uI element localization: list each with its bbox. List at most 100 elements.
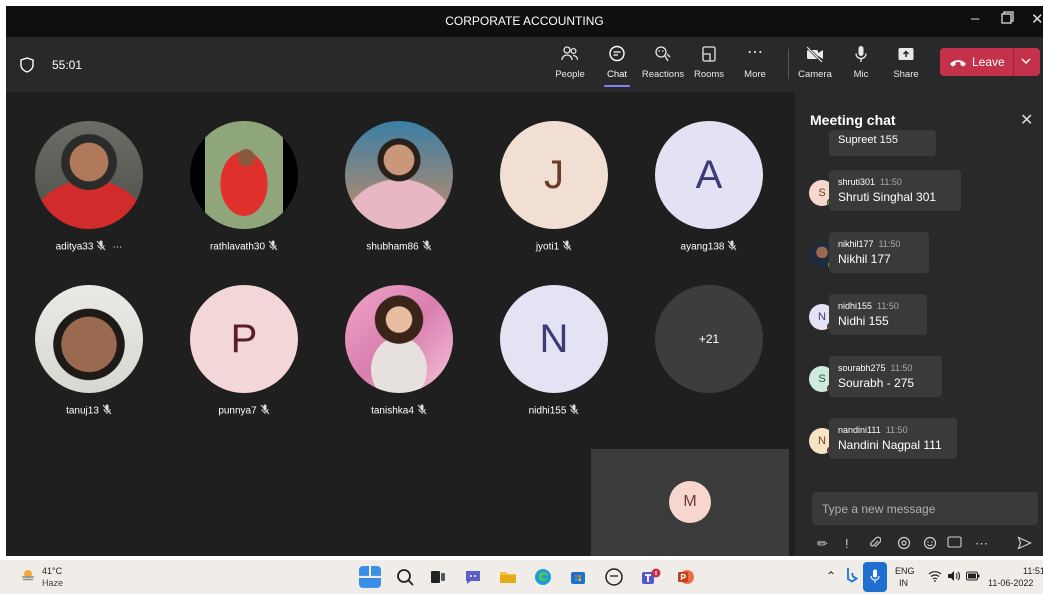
language-line1[interactable]: ENG (895, 566, 915, 576)
volume-icon[interactable] (947, 570, 961, 584)
leave-button[interactable]: Leave (940, 48, 1040, 76)
minimize-icon[interactable]: – (971, 10, 979, 27)
sender-name: sourabh275 (838, 363, 886, 373)
clock-date[interactable]: 11-06-2022 (988, 578, 1033, 588)
participant-name: jyoti1 (471, 240, 637, 254)
toolbar-divider (788, 49, 789, 79)
chat-button[interactable]: Chat (594, 45, 640, 87)
self-avatar: M (669, 481, 711, 523)
message-bubble: sourabh275 11:50 Sourabh - 275 (829, 356, 942, 397)
language-line2[interactable]: IN (899, 578, 908, 588)
close-chat-icon[interactable]: ✕ (1020, 110, 1033, 130)
task-view-icon[interactable] (427, 566, 449, 588)
mic-off-icon (102, 404, 112, 418)
file-explorer-icon[interactable] (497, 566, 519, 588)
participant-avatar-initial: J (500, 121, 608, 229)
rooms-button[interactable]: Rooms (686, 45, 732, 80)
chat-active-indicator (604, 85, 630, 87)
reactions-label: Reactions (641, 69, 685, 80)
dell-icon[interactable] (603, 566, 625, 588)
camera-button[interactable]: Camera (792, 45, 838, 80)
mic-label: Mic (853, 69, 869, 80)
mic-off-icon (417, 404, 427, 418)
participant-name: ayang138 (626, 240, 792, 254)
chat-icon (594, 45, 640, 65)
weather-haze-icon[interactable] (20, 568, 36, 587)
participant-name: tanuj13 (6, 404, 172, 418)
sender-name: nidhi155 (838, 301, 873, 311)
message-bubble: nikhil177 11:50 Nikhil 177 (829, 232, 929, 273)
share-button[interactable]: Share (883, 45, 929, 80)
teams-icon[interactable] (639, 566, 661, 588)
maximize-icon[interactable] (1001, 11, 1014, 28)
gif-icon[interactable] (947, 536, 962, 551)
search-icon[interactable] (394, 566, 416, 588)
participant-avatar-photo (35, 285, 143, 393)
participant-name: aditya33 ⋯ (55, 240, 123, 253)
clock-time[interactable]: 11:51 (1023, 566, 1043, 576)
teams-chat-icon[interactable] (462, 566, 484, 588)
start-icon[interactable] (359, 566, 381, 588)
participant-name: tanishka4 (316, 404, 482, 418)
mic-off-icon (727, 240, 737, 254)
emoji-icon[interactable] (923, 536, 937, 553)
mark-important-icon[interactable]: ! (845, 536, 849, 551)
participant-avatar-photo (345, 285, 453, 393)
mic-off-icon (562, 240, 572, 254)
title-bar: CORPORATE ACCOUNTING – ✕ (6, 6, 1043, 37)
battery-icon[interactable] (966, 571, 980, 583)
video-stage: aditya33 ⋯ rathlavath30 shubham86 J jyoti… (6, 92, 794, 556)
more-options-icon[interactable]: ⋯ (975, 536, 988, 552)
loop-icon[interactable] (897, 536, 911, 553)
people-label: People (555, 69, 585, 80)
teams-meeting-window: CORPORATE ACCOUNTING – ✕ 55:01 People Ch… (6, 6, 1043, 556)
message-bubble: nidhi155 11:50 Nidhi 155 (829, 294, 927, 335)
participant-name: rathlavath30 (161, 240, 327, 254)
close-window-icon[interactable]: ✕ (1031, 10, 1043, 28)
more-label: More (744, 69, 766, 80)
mic-button[interactable]: Mic (838, 45, 884, 80)
format-icon[interactable]: ✏ (817, 536, 828, 552)
meeting-chat-panel: Meeting chat ✕ Supreet 155 S shruti301 11… (795, 92, 1043, 556)
sender-name: nandini111 (838, 425, 881, 435)
mic-off-icon (260, 404, 270, 418)
meeting-toolbar: 55:01 People Chat Reactions Rooms ⋯ More… (6, 37, 1043, 92)
mic-off-icon (268, 240, 278, 254)
participant-avatar-photo (35, 121, 143, 229)
mic-icon (838, 45, 884, 65)
partial-message: Supreet 155 (829, 130, 936, 156)
send-icon[interactable] (1017, 536, 1032, 553)
chevron-up-icon[interactable]: ⌃ (826, 569, 836, 583)
microphone-in-use-icon[interactable] (863, 562, 887, 592)
participant-avatar-photo (190, 121, 298, 229)
wifi-icon[interactable] (928, 570, 942, 584)
participant-avatar-initial: A (655, 121, 763, 229)
attach-icon[interactable] (869, 536, 882, 553)
more-button[interactable]: ⋯ More (732, 44, 778, 81)
message-time: 11:50 (877, 301, 899, 311)
message-bubble: shruti301 11:50 Shruti Singhal 301 (829, 170, 961, 211)
camera-label: Camera (798, 69, 832, 80)
participant-name: punnya7 (161, 404, 327, 418)
powerpoint-icon[interactable] (675, 566, 697, 588)
mic-off-icon (422, 240, 432, 254)
more-icon: ⋯ (747, 44, 763, 61)
participant-name: nidhi155 (471, 404, 637, 418)
shield-icon (20, 57, 34, 78)
more-options-icon[interactable]: ⋯ (112, 242, 122, 253)
reactions-icon (640, 45, 686, 65)
chevron-down-icon[interactable] (1020, 54, 1032, 73)
message-bubble: nandini111 11:50 Nandini Nagpal 111 (829, 418, 957, 459)
edge-icon[interactable] (532, 566, 554, 588)
store-icon[interactable] (567, 566, 589, 588)
chat-label: Chat (606, 69, 628, 80)
bing-icon[interactable] (846, 567, 859, 585)
reactions-button[interactable]: Reactions (640, 45, 686, 80)
message-compose-input[interactable] (812, 492, 1038, 525)
phone-hangup-icon (949, 56, 967, 74)
people-button[interactable]: People (547, 45, 593, 80)
message-time: 11:50 (885, 425, 908, 435)
sender-name: shruti301 (838, 177, 876, 187)
weather-temp: 41°C (42, 566, 63, 576)
message-text: Nidhi 155 (838, 314, 889, 328)
